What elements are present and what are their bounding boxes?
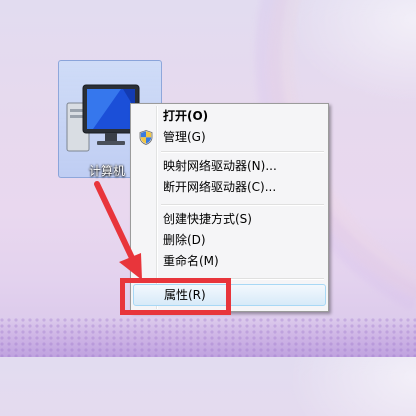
annotation-arrow-icon [94,181,142,280]
